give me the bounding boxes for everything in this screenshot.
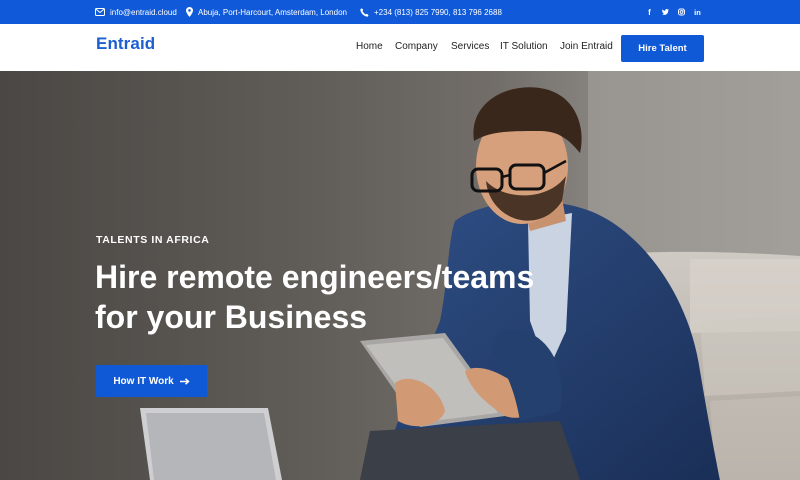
hero-headline-line2: for your Business bbox=[95, 299, 368, 335]
phone-icon bbox=[360, 7, 369, 17]
nav-link-services[interactable]: Services bbox=[451, 41, 489, 52]
cta-label: How IT Work bbox=[113, 375, 174, 387]
social-links: f in bbox=[646, 0, 701, 24]
how-it-work-button[interactable]: How IT Work bbox=[96, 365, 207, 397]
map-pin-icon bbox=[186, 7, 193, 17]
site-logo[interactable]: Entraid bbox=[96, 34, 155, 54]
facebook-icon[interactable]: f bbox=[646, 7, 653, 17]
twitter-icon[interactable] bbox=[662, 7, 669, 17]
top-contact-bar: info@entraid.cloud Abuja, Port-Harcourt,… bbox=[0, 0, 800, 24]
linkedin-icon[interactable]: in bbox=[694, 7, 701, 17]
nav-link-it-solution[interactable]: IT Solution bbox=[500, 41, 548, 52]
instagram-icon[interactable] bbox=[678, 7, 685, 17]
arrow-right-icon bbox=[179, 377, 190, 385]
phone-contact[interactable]: +234 (813) 825 7990, 813 796 2688 bbox=[360, 0, 502, 24]
nav-link-home[interactable]: Home bbox=[356, 41, 383, 52]
locations-text: Abuja, Port-Harcourt, Amsterdam, London bbox=[198, 7, 347, 17]
main-navbar: Entraid Home Company Services IT Solutio… bbox=[0, 24, 800, 71]
hire-talent-button[interactable]: Hire Talent bbox=[621, 35, 704, 62]
email-text: info@entraid.cloud bbox=[110, 7, 177, 17]
email-contact[interactable]: info@entraid.cloud bbox=[95, 0, 177, 24]
location-contact: Abuja, Port-Harcourt, Amsterdam, London bbox=[186, 0, 347, 24]
nav-link-company[interactable]: Company bbox=[395, 41, 438, 52]
phone-text: +234 (813) 825 7990, 813 796 2688 bbox=[374, 7, 502, 17]
hero-headline-line1: Hire remote engineers/teams bbox=[95, 259, 535, 295]
nav-link-join-entraid[interactable]: Join Entraid bbox=[560, 41, 613, 52]
hero-section: TALENTS IN AFRICA Hire remote engineers/… bbox=[0, 71, 800, 480]
hero-eyebrow: TALENTS IN AFRICA bbox=[96, 234, 210, 246]
envelope-icon bbox=[95, 8, 105, 16]
hero-headline: Hire remote engineers/teams for your Bus… bbox=[95, 257, 534, 337]
